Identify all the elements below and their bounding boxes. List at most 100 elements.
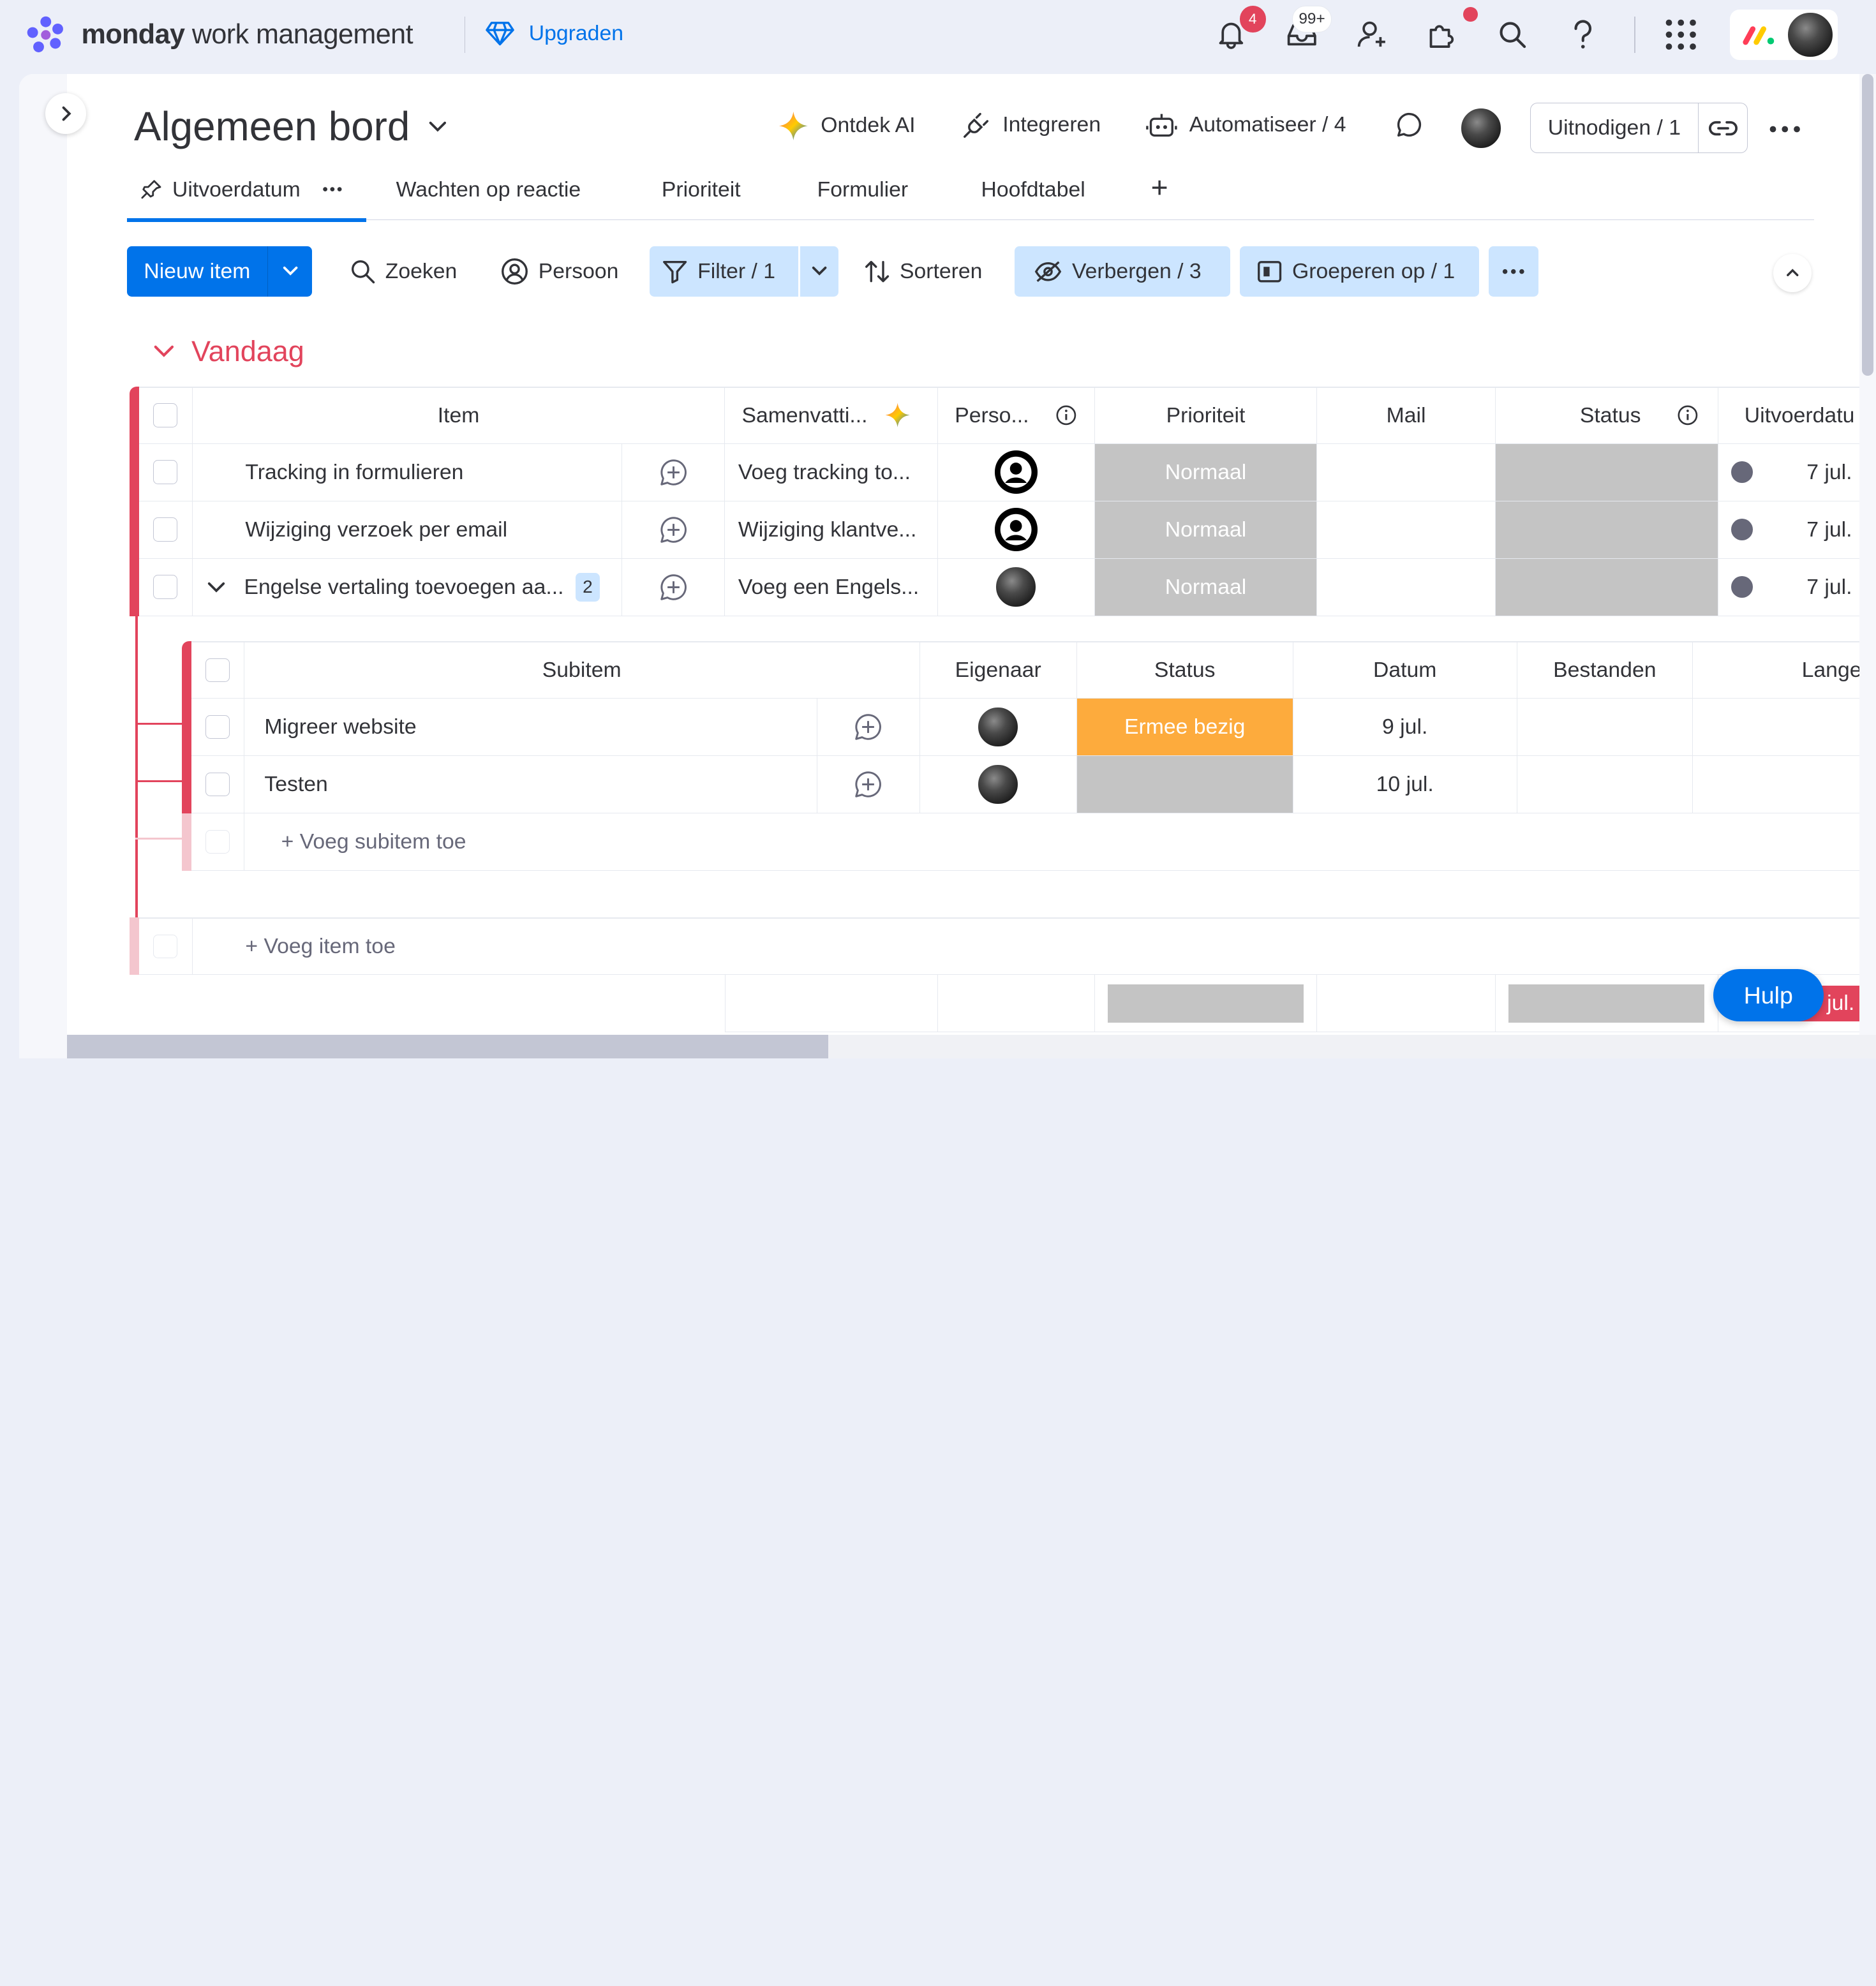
horizontal-scrollbar[interactable] [67,1034,1876,1059]
column-header-priority[interactable]: Prioriteit [1094,387,1318,444]
row-checkbox[interactable] [153,517,177,542]
collapse-header-button[interactable] [1773,253,1812,292]
add-update-button[interactable] [817,756,920,813]
group-header[interactable]: Vandaag [153,335,304,368]
expand-sidebar-button[interactable] [45,93,86,134]
invite-button[interactable]: Uitnodigen / 1 [1531,103,1699,152]
column-header-mail[interactable]: Mail [1317,387,1496,444]
add-update-button[interactable] [817,699,920,756]
subitem-checkbox[interactable] [205,772,230,797]
board-more-menu-icon[interactable] [1768,124,1802,134]
subitem-column-header-status[interactable]: Status [1076,642,1293,699]
summary-cell[interactable]: Voeg een Engels... [725,558,938,616]
subitem-column-header-files[interactable]: Bestanden [1517,642,1694,699]
subitem-status-cell[interactable] [1076,756,1293,813]
priority-distribution-bar[interactable] [1107,984,1304,1023]
filter-dropdown[interactable] [800,246,839,297]
search-button[interactable]: Zoeken [338,246,469,297]
apps-puzzle-icon[interactable] [1424,17,1459,52]
tab-prioriteit[interactable]: Prioriteit [662,177,741,202]
person-cell[interactable] [938,501,1095,559]
info-icon[interactable] [1677,404,1699,426]
due-date-cell[interactable]: 7 jul. [1718,501,1862,559]
column-header-item[interactable]: Item [192,387,726,444]
upgrade-button[interactable]: Upgraden [486,20,623,47]
subitem-long-text-cell[interactable] [1693,699,1862,756]
column-header-status[interactable]: Status [1495,387,1718,444]
updates-chat-icon[interactable] [1395,110,1424,139]
owner-cell[interactable] [919,699,1077,756]
info-icon[interactable] [1055,404,1077,426]
subitem-column-header-name[interactable]: Subitem [244,642,920,699]
subitem-long-text-cell[interactable] [1693,756,1862,813]
owner-cell[interactable] [919,756,1077,813]
mail-cell[interactable] [1317,443,1496,501]
subitem-column-header-long-text[interactable]: Lange [1693,642,1862,699]
tab-uitvoerdatum[interactable]: Uitvoerdatum [141,177,343,202]
mail-cell[interactable] [1317,501,1496,559]
row-checkbox[interactable] [153,460,177,484]
vertical-scrollbar[interactable] [1859,74,1876,1035]
summary-cell[interactable]: Voeg tracking to... [725,443,938,501]
subitem-files-cell[interactable] [1517,756,1694,813]
column-header-person[interactable]: Perso... [938,387,1095,444]
group-by-button[interactable]: Groeperen op / 1 [1239,246,1479,297]
invite-user-icon[interactable] [1355,17,1390,52]
sort-button[interactable]: Sorteren [852,246,994,297]
help-button[interactable]: Hulp [1713,968,1824,1022]
person-cell[interactable] [938,443,1095,501]
add-update-button[interactable] [622,501,726,559]
app-switcher-grid-icon[interactable] [1663,17,1699,52]
subitem-checkbox[interactable] [205,715,230,739]
expand-subitems-chevron-icon[interactable] [207,581,226,593]
status-distribution-bar[interactable] [1508,984,1705,1023]
integrate-button[interactable]: Integreren [962,110,1101,139]
subitem-column-header-date[interactable]: Datum [1293,642,1517,699]
subitem-column-header-owner[interactable]: Eigenaar [919,642,1077,699]
subitem-date-cell[interactable]: 10 jul. [1293,756,1517,813]
add-view-button[interactable] [1151,179,1168,196]
due-date-cell[interactable]: 7 jul. [1718,559,1862,616]
person-cell[interactable] [938,558,1095,616]
subitem-name-cell[interactable]: Testen [244,756,817,813]
add-update-button[interactable] [622,558,726,616]
copy-link-button[interactable] [1699,103,1748,152]
due-date-cell[interactable]: 7 jul. [1718,444,1862,501]
new-item-button[interactable]: Nieuw item [127,246,268,297]
priority-cell[interactable]: Normaal [1094,558,1318,616]
scrollbar-thumb[interactable] [1861,74,1874,376]
subitem-count-badge[interactable]: 2 [576,572,600,602]
add-subitem-input[interactable]: + Voeg subitem toe [244,813,1862,871]
mail-cell[interactable] [1317,558,1496,616]
subitem-name-cell[interactable]: Migreer website [244,699,817,756]
tab-formulier[interactable]: Formulier [817,177,909,202]
row-checkbox[interactable] [153,575,177,599]
scrollbar-thumb[interactable] [67,1034,828,1059]
hide-columns-button[interactable]: Verbergen / 3 [1015,246,1230,297]
select-all-checkbox[interactable] [153,403,177,427]
priority-cell[interactable]: Normaal [1094,443,1318,501]
automate-button[interactable]: Automatiseer / 4 [1146,110,1346,139]
priority-cell[interactable]: Normaal [1094,501,1318,559]
subitem-select-all-checkbox[interactable] [205,658,230,683]
new-item-dropdown[interactable] [268,246,312,297]
status-cell[interactable] [1495,558,1718,616]
filter-button[interactable]: Filter / 1 [650,246,798,297]
subitem-files-cell[interactable] [1517,699,1694,756]
add-item-input[interactable]: + Voeg item toe [192,919,1862,975]
person-filter-button[interactable]: Persoon [488,246,630,297]
subitem-date-cell[interactable]: 9 jul. [1293,699,1517,756]
toolbar-more-button[interactable] [1488,246,1539,297]
item-name-cell[interactable]: Tracking in formulieren [192,443,622,501]
column-header-due-date[interactable]: Uitvoerdatu [1718,388,1862,444]
search-icon[interactable] [1494,17,1530,52]
account-menu[interactable] [1730,10,1838,60]
column-header-summary[interactable]: Samenvatti... [725,387,938,444]
item-name-cell[interactable]: Engelse vertaling toevoegen aa... 2 [192,558,622,616]
board-member-avatar[interactable] [1461,107,1502,149]
tab-wachten-op-reactie[interactable]: Wachten op reactie [396,177,581,202]
discover-ai-button[interactable]: Ontdek AI [778,110,915,142]
board-title[interactable]: Algemeen bord [134,103,448,150]
tab-options-icon[interactable] [322,186,343,193]
status-cell[interactable] [1495,443,1718,501]
